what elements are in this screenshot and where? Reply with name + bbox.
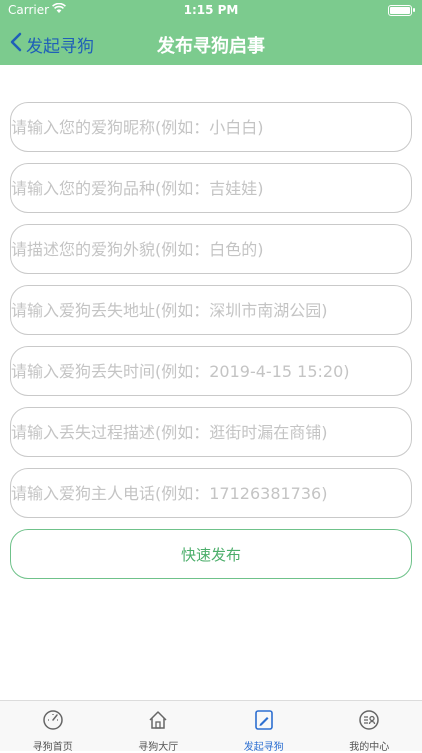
chevron-left-icon [10, 32, 26, 57]
home-icon [147, 709, 169, 735]
status-time: 1:15 PM [0, 3, 422, 17]
lost-address-field[interactable] [10, 285, 412, 335]
lost-description-field[interactable] [10, 407, 412, 457]
back-button[interactable]: 发起寻狗 [10, 30, 94, 58]
header: Carrier 1:15 PM 发起寻狗 发布寻狗启事 [0, 0, 422, 65]
tab-label: 寻狗首页 [33, 738, 73, 753]
tab-bar: 寻狗首页 寻狗大厅 发起寻狗 我的中心 [0, 700, 422, 751]
dashboard-icon [42, 709, 64, 735]
tab-hall[interactable]: 寻狗大厅 [106, 701, 212, 751]
profile-icon [358, 709, 380, 735]
dog-appearance-field[interactable] [10, 224, 412, 274]
lost-time-field[interactable] [10, 346, 412, 396]
dog-breed-field[interactable] [10, 163, 412, 213]
quick-publish-button[interactable]: 快速发布 [10, 529, 412, 579]
back-label: 发起寻狗 [26, 32, 94, 57]
navbar: 发起寻狗 发布寻狗启事 [0, 22, 422, 65]
dog-nickname-field[interactable] [10, 102, 412, 152]
status-bar: Carrier 1:15 PM [0, 0, 422, 22]
tab-label: 我的中心 [349, 738, 389, 753]
tab-label: 寻狗大厅 [138, 738, 178, 753]
tab-profile[interactable]: 我的中心 [317, 701, 422, 751]
owner-phone-field[interactable] [10, 468, 412, 518]
edit-icon [253, 709, 275, 735]
tab-label: 发起寻狗 [244, 738, 284, 753]
tab-publish[interactable]: 发起寻狗 [211, 701, 317, 751]
battery-icon [388, 5, 412, 16]
lost-dog-form: 快速发布 [10, 102, 412, 579]
tab-home[interactable]: 寻狗首页 [0, 701, 106, 751]
